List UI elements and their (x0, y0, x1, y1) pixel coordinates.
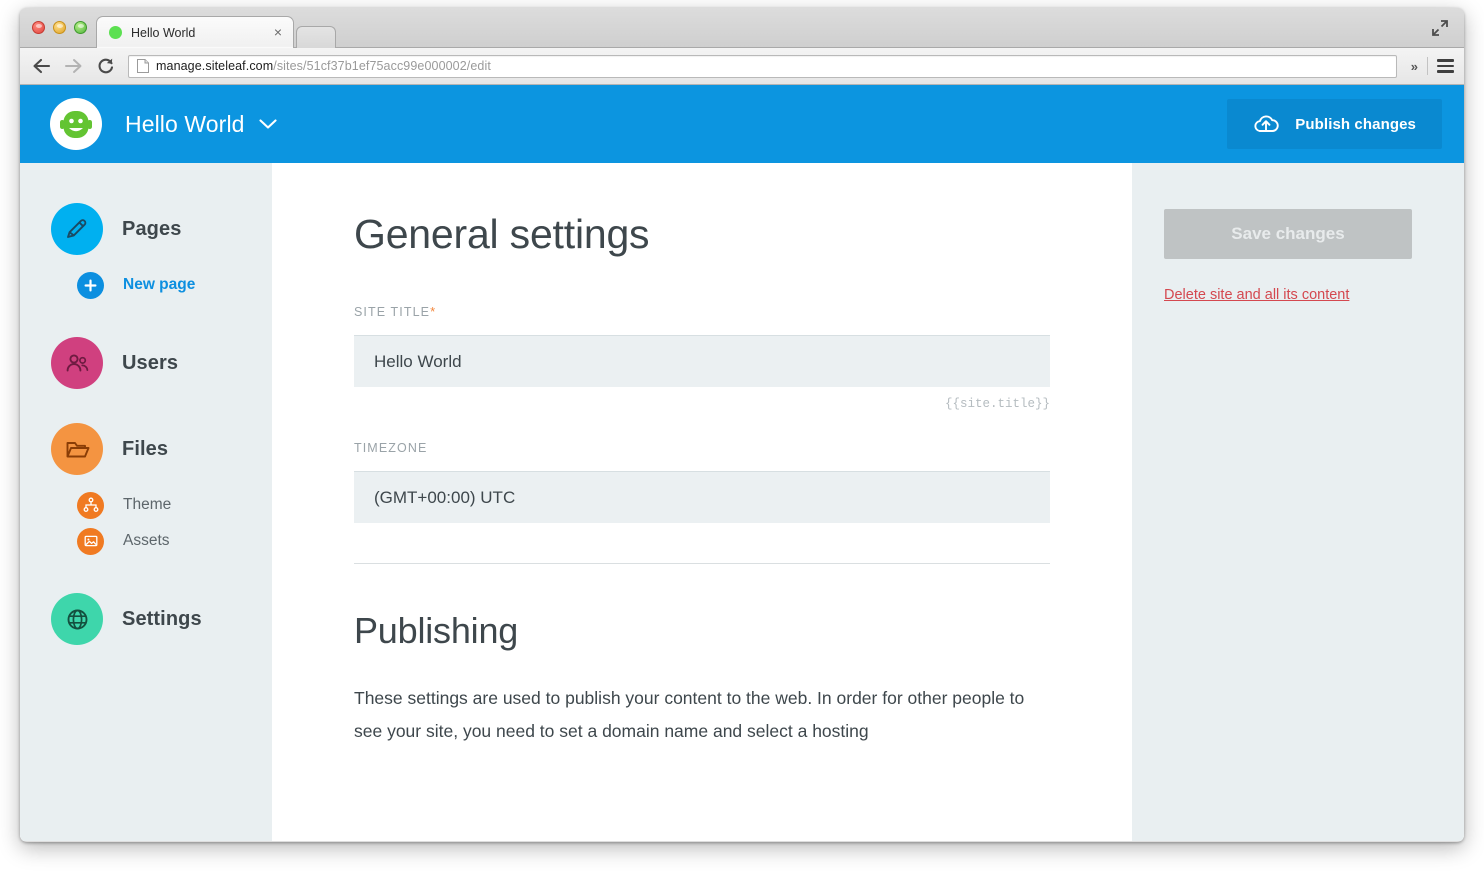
folder-icon (51, 423, 103, 475)
field-timezone: TIMEZONE (GMT+00:00) UTC (354, 441, 1050, 523)
zoom-window-button[interactable] (74, 21, 87, 34)
image-icon (77, 527, 104, 555)
toolbar-right-group: » (1407, 57, 1454, 75)
field-site-title: SITE TITLE* Hello World {{site.title}} (354, 304, 1050, 411)
publish-changes-label: Publish changes (1295, 115, 1416, 133)
main-content: General settings SITE TITLE* Hello World… (272, 163, 1132, 841)
field-label: TIMEZONE (354, 441, 1050, 455)
desktop-background: Hello World × manage.siteleaf.com/sites/… (0, 0, 1484, 874)
sidebar-item-users[interactable]: Users (20, 337, 272, 389)
publish-changes-button[interactable]: Publish changes (1227, 99, 1442, 149)
address-bar[interactable]: manage.siteleaf.com/sites/51cf37b1ef75ac… (128, 54, 1397, 78)
url-host: manage.siteleaf.com (156, 59, 274, 73)
sidebar-item-label: Files (122, 437, 169, 460)
toolbar-divider (1427, 57, 1428, 75)
fullscreen-icon[interactable] (1430, 18, 1450, 38)
browser-tab[interactable]: Hello World × (96, 16, 294, 48)
timezone-select[interactable]: (GMT+00:00) UTC (354, 471, 1050, 523)
window-traffic-lights (32, 21, 87, 34)
sidebar: Pages New page Users Files Theme Assets … (20, 163, 272, 841)
pencil-icon (51, 203, 103, 255)
green-circle-favicon-icon (109, 26, 122, 39)
delete-site-link[interactable]: Delete site and all its content (1164, 287, 1412, 303)
field-label-text: TIMEZONE (354, 441, 428, 455)
page-viewport: Hello World Publish changes Pages New pa… (20, 85, 1464, 841)
page-title: General settings (354, 211, 650, 257)
required-marker: * (430, 304, 437, 319)
siteleaf-robot-logo-icon[interactable] (50, 98, 102, 150)
app-body: Pages New page Users Files Theme Assets … (20, 163, 1464, 841)
browser-toolbar: manage.siteleaf.com/sites/51cf37b1ef75ac… (20, 48, 1464, 85)
browser-window: Hello World × manage.siteleaf.com/sites/… (20, 8, 1464, 842)
sidebar-item-label: Theme (123, 496, 172, 513)
forward-arrow-icon[interactable] (62, 55, 84, 77)
page-document-icon (137, 59, 149, 73)
chevron-down-icon[interactable] (259, 118, 277, 130)
sidebar-item-theme[interactable]: Theme (20, 487, 272, 523)
hamburger-menu-icon[interactable] (1437, 59, 1454, 73)
tab-title: Hello World (131, 25, 196, 40)
browser-titlebar: Hello World × (20, 8, 1464, 48)
site-name-label: Hello World (125, 110, 245, 137)
save-changes-button[interactable]: Save changes (1164, 209, 1412, 259)
sidebar-item-label: Assets (123, 532, 170, 549)
new-tab-button[interactable] (296, 26, 336, 48)
site-title-input[interactable]: Hello World (354, 335, 1050, 387)
right-rail: Save changes Delete site and all its con… (1132, 163, 1464, 841)
sidebar-item-files[interactable]: Files (20, 423, 272, 475)
cloud-upload-icon (1254, 114, 1279, 132)
sidebar-item-label: New page (123, 276, 196, 293)
users-icon (51, 337, 103, 389)
plus-icon (77, 271, 104, 299)
globe-icon (51, 593, 103, 645)
site-title-hint: {{site.title}} (944, 397, 1050, 411)
field-label-text: SITE TITLE (354, 305, 431, 319)
sidebar-item-label: Pages (122, 217, 182, 240)
sidebar-item-assets[interactable]: Assets (20, 523, 272, 559)
reload-icon[interactable] (94, 55, 116, 77)
publishing-description: These settings are used to publish your … (354, 688, 1025, 741)
browser-tabstrip: Hello World × (96, 16, 336, 48)
section-divider (354, 563, 1050, 564)
sidebar-item-label: Settings (122, 607, 202, 630)
field-label: SITE TITLE* (354, 304, 1050, 319)
minimize-window-button[interactable] (53, 21, 66, 34)
section-title-publishing: Publishing (354, 610, 519, 651)
theme-nodes-icon (77, 491, 104, 519)
back-arrow-icon[interactable] (30, 55, 52, 77)
sidebar-item-label: Users (122, 351, 179, 374)
sidebar-item-pages[interactable]: Pages (20, 203, 272, 255)
close-icon[interactable]: × (271, 25, 285, 40)
close-window-button[interactable] (32, 21, 45, 34)
sidebar-item-settings[interactable]: Settings (20, 593, 272, 645)
app-header-bar: Hello World Publish changes (20, 85, 1464, 163)
url-text: manage.siteleaf.com/sites/51cf37b1ef75ac… (156, 59, 491, 73)
url-path: /sites/51cf37b1ef75acc99e000002/edit (273, 59, 491, 73)
sidebar-item-new-page[interactable]: New page (20, 267, 272, 303)
chevron-overflow-icon[interactable]: » (1411, 59, 1418, 74)
